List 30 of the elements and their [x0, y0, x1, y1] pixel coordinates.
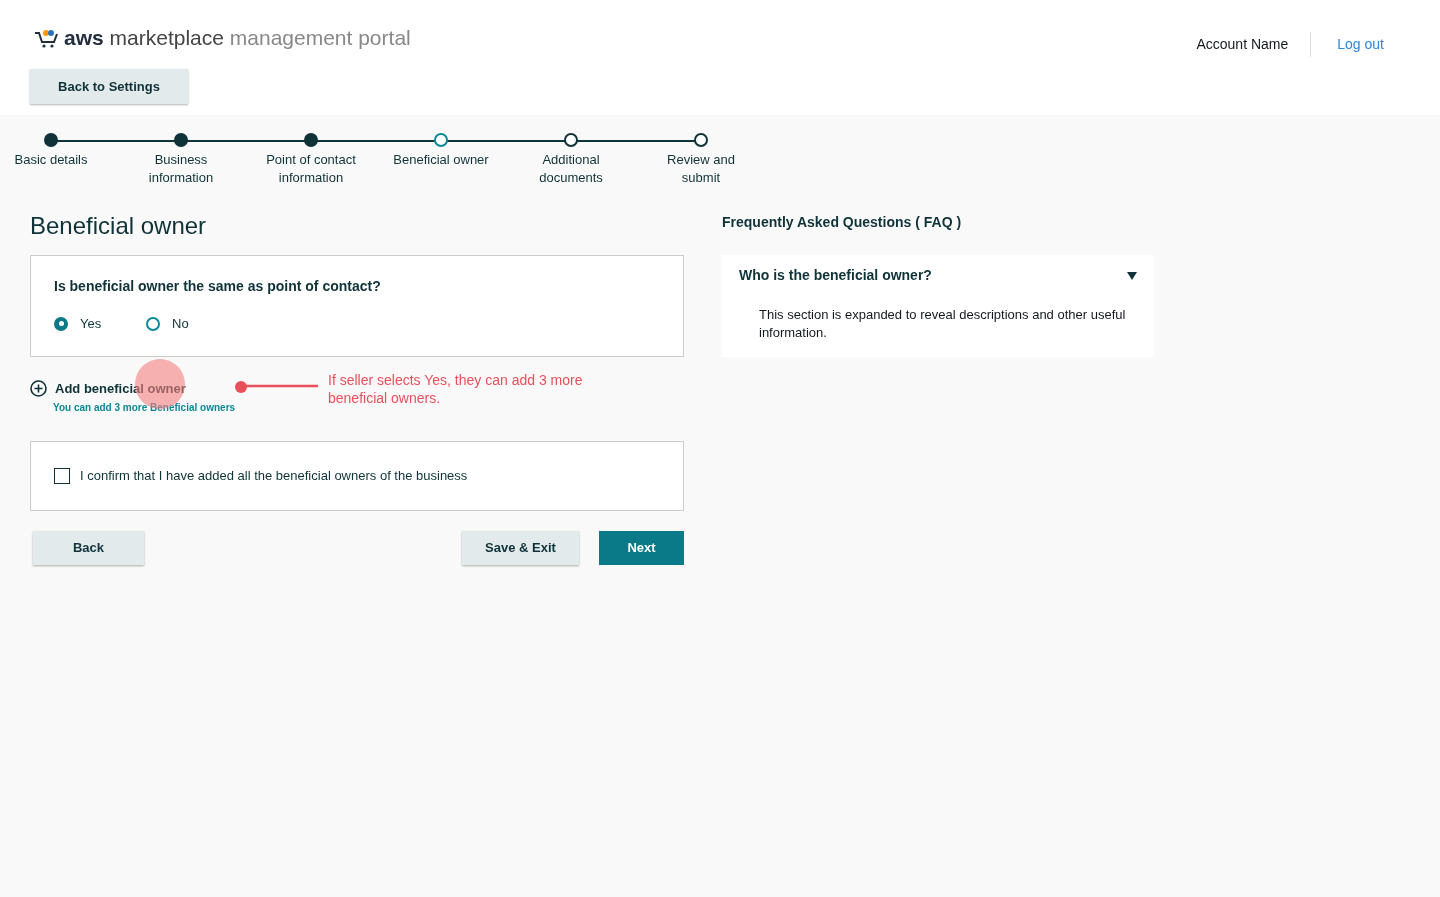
logo-text: aws marketplace management portal: [64, 27, 411, 48]
step-label: Additional documents: [538, 151, 604, 187]
radio-option[interactable]: No: [146, 314, 198, 334]
annotation-text: If seller selects Yes, they can add 3 more beneficial owners.: [328, 370, 584, 407]
caret-icon: [1127, 271, 1137, 280]
next-button[interactable]: Next: [599, 530, 684, 565]
step-label: Beneficial owner: [392, 151, 490, 169]
step-label: Point of contact information: [265, 151, 357, 187]
back-button[interactable]: Back: [33, 530, 144, 565]
plus-circle-icon: [30, 379, 47, 397]
account-name: Account Name: [1196, 32, 1312, 57]
add-owner-hint: You can add 3 more Beneficial owners: [53, 401, 237, 415]
step-label: Review and submit: [666, 151, 736, 187]
confirm-label: I confirm that I have added all the beneficial owners of the business: [80, 466, 468, 485]
step-label: Business information: [147, 151, 215, 187]
faq-answer: This section is expanded to reveal descriptions and other useful information.: [759, 306, 1127, 342]
save-exit-button[interactable]: Save & Exit: [462, 530, 579, 565]
add-beneficial-owner-button[interactable]: Add beneficial owner: [30, 378, 186, 398]
confirm-checkbox[interactable]: [54, 467, 70, 484]
faq-title: Frequently Asked Questions ( FAQ ): [722, 213, 963, 232]
back-to-settings-button[interactable]: Back to Settings: [30, 69, 188, 104]
logout-link[interactable]: Log out: [1311, 34, 1384, 55]
radio-option[interactable]: Yes: [54, 314, 106, 334]
page-title: Beneficial owner: [30, 211, 208, 241]
step-label: Basic details: [13, 151, 89, 169]
radio-button[interactable]: [54, 316, 68, 331]
cart-logo-icon: [34, 28, 60, 48]
question-text: Is beneficial owner the same as point of contact?: [54, 277, 382, 296]
faq-question[interactable]: Who is the beneficial owner?: [739, 265, 1137, 286]
radio-button[interactable]: [146, 316, 160, 331]
